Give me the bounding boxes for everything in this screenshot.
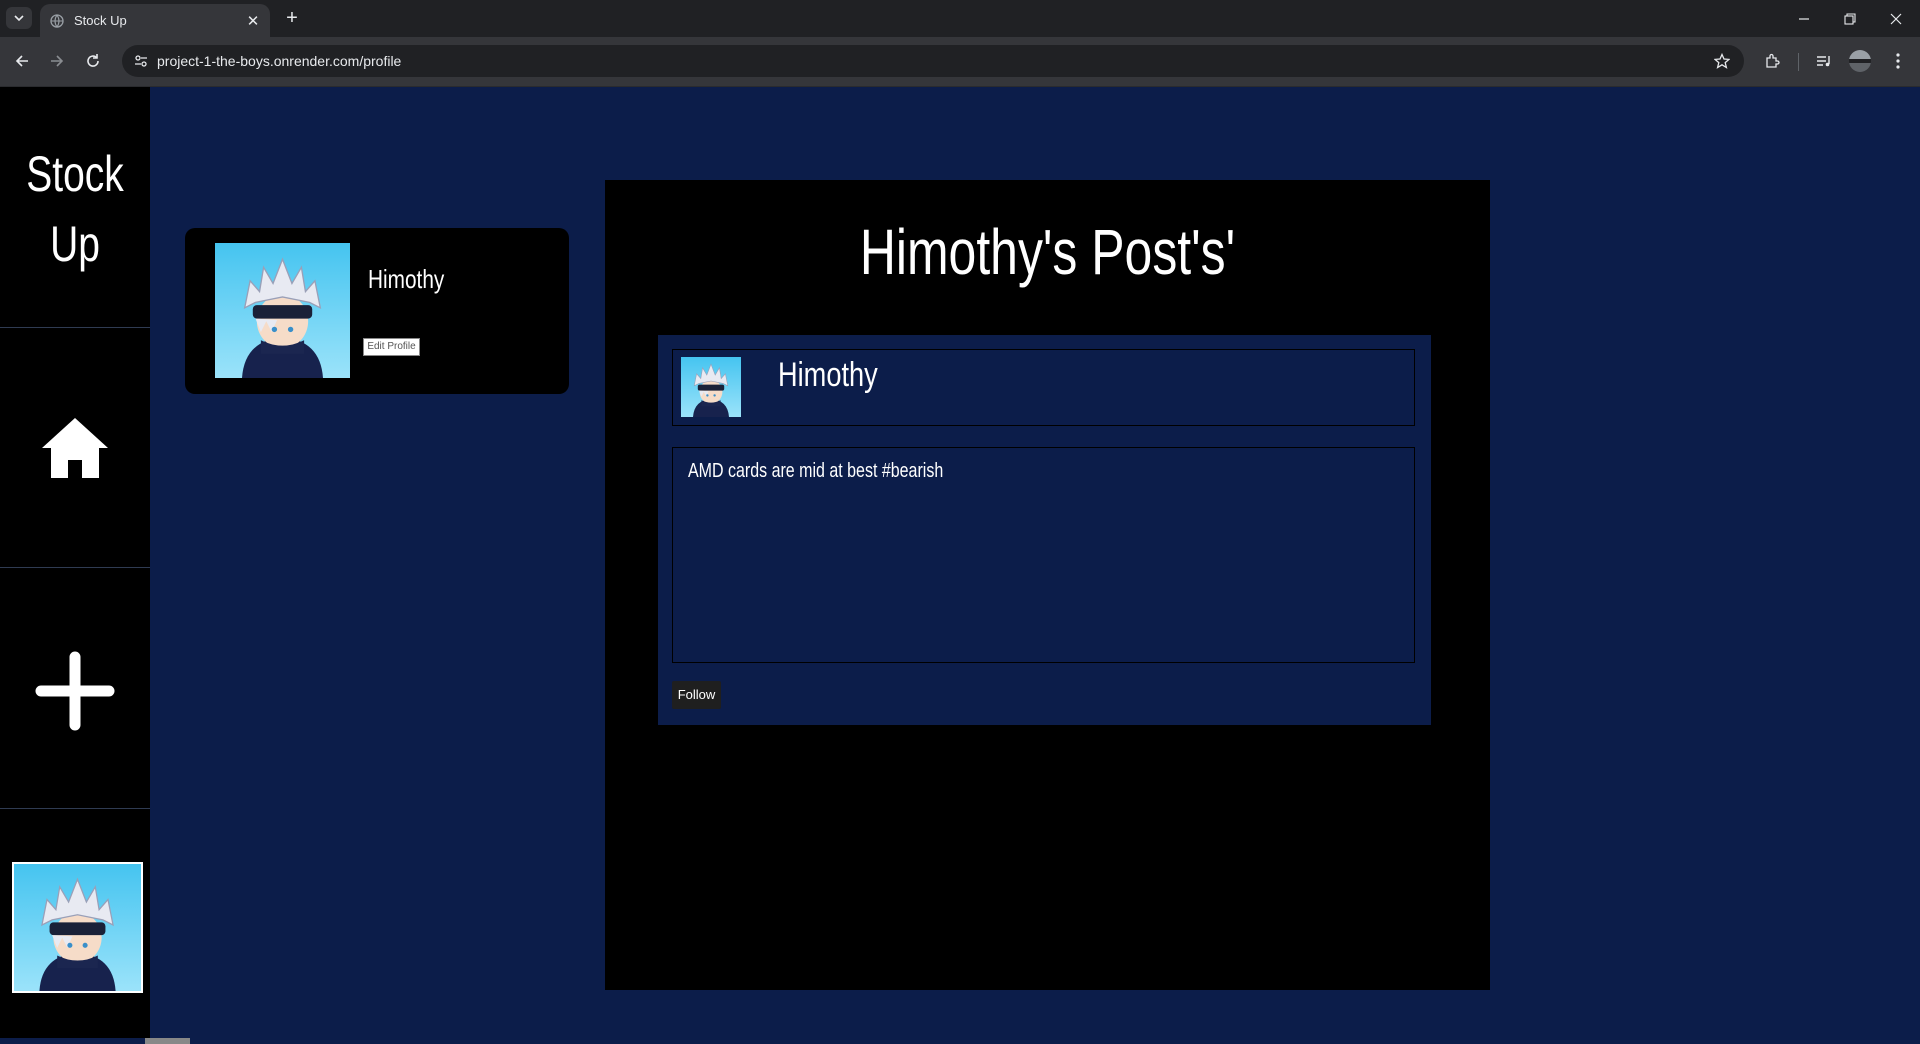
new-tab-button[interactable]: + <box>281 7 303 29</box>
post-body: AMD cards are mid at best #bearish <box>672 447 1415 663</box>
close-icon <box>1890 13 1902 24</box>
minimize-button[interactable] <box>1781 0 1827 37</box>
sidebar-item-home[interactable] <box>40 415 110 481</box>
minimize-icon <box>1799 17 1809 20</box>
restore-button[interactable] <box>1827 0 1873 37</box>
edit-profile-button[interactable]: Edit Profile <box>363 338 420 356</box>
home-icon <box>42 418 108 478</box>
site-info-icon[interactable] <box>132 52 150 70</box>
post-content: AMD cards are mid at best #bearish <box>688 460 944 482</box>
avatar <box>14 864 141 991</box>
browser-tab[interactable]: Stock Up ✕ <box>40 4 270 37</box>
close-window-button[interactable] <box>1873 0 1919 37</box>
back-button[interactable] <box>10 49 34 73</box>
reload-button[interactable] <box>81 49 105 73</box>
brand-line-1: Stock <box>26 146 124 202</box>
post-card: Himothy AMD cards are mid at best #beari… <box>658 335 1431 725</box>
profile-username: Himothy <box>368 264 445 294</box>
brand-logo[interactable]: Stock Up <box>17 139 134 279</box>
sidebar-divider <box>0 808 150 809</box>
tab-title: Stock Up <box>74 13 127 28</box>
tab-search-button[interactable] <box>6 7 32 29</box>
chevron-down-icon <box>14 15 24 22</box>
browser-tab-bar: Stock Up ✕ + <box>0 0 1920 37</box>
profile-avatar <box>215 243 350 378</box>
extensions-icon[interactable] <box>1760 49 1784 73</box>
tab-close-icon[interactable]: ✕ <box>244 12 262 30</box>
reload-icon <box>87 54 99 67</box>
page-title: Himothy's Post's' <box>859 216 1236 288</box>
sidebar-item-create-post[interactable] <box>34 650 116 732</box>
forward-button[interactable] <box>45 49 69 73</box>
browser-profile-avatar[interactable] <box>1849 50 1871 72</box>
brand-line-2: Up <box>50 216 100 272</box>
post-author-avatar[interactable] <box>681 357 741 417</box>
sidebar-divider <box>0 567 150 568</box>
horizontal-scrollbar[interactable] <box>0 1038 1920 1044</box>
arrow-left-icon <box>15 55 28 67</box>
posts-panel: Himothy's Post's' Himothy AMD cards are … <box>605 180 1490 990</box>
address-bar[interactable]: project-1-the-boys.onrender.com/profile <box>122 45 1744 77</box>
url-text[interactable]: project-1-the-boys.onrender.com/profile <box>157 52 401 70</box>
scrollbar-thumb[interactable] <box>145 1038 190 1044</box>
sidebar-item-profile[interactable] <box>12 862 143 993</box>
restore-icon <box>1844 12 1856 25</box>
toolbar-separator <box>1798 53 1799 71</box>
profile-card: Himothy Edit Profile <box>185 228 569 394</box>
sidebar: Stock Up <box>0 87 150 1044</box>
browser-toolbar: project-1-the-boys.onrender.com/profile <box>0 37 1920 87</box>
bookmark-star-icon[interactable] <box>1712 51 1732 71</box>
arrow-right-icon <box>51 55 64 67</box>
plus-icon <box>35 651 115 731</box>
post-header: Himothy <box>672 349 1415 426</box>
globe-icon <box>50 13 64 28</box>
post-author-name[interactable]: Himothy <box>778 356 878 395</box>
sidebar-divider <box>0 327 150 328</box>
follow-button[interactable]: Follow <box>672 681 721 709</box>
more-menu-icon[interactable] <box>1886 49 1910 73</box>
media-control-icon[interactable] <box>1812 49 1836 73</box>
